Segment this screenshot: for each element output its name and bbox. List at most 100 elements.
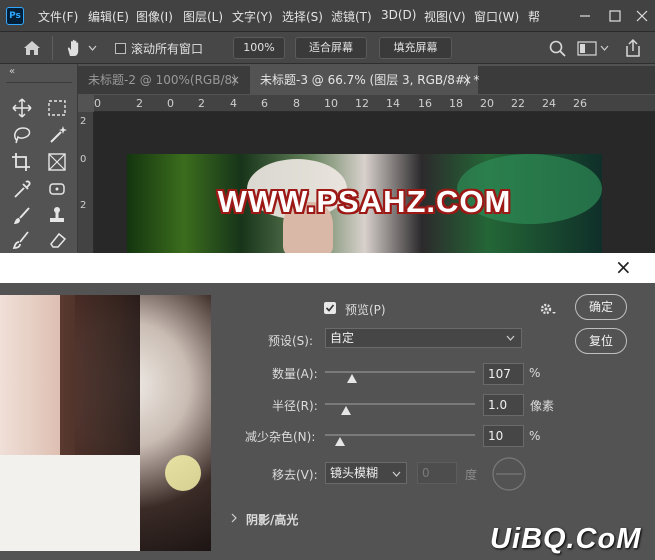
workspace-icon[interactable]	[577, 41, 597, 56]
preset-select[interactable]: 自定	[325, 328, 522, 348]
stamp-tool-icon[interactable]	[43, 204, 71, 228]
divider	[6, 82, 72, 83]
menu-layer[interactable]: 图层(L)	[183, 8, 223, 25]
tab-label: 未标题-3 @ 66.7% (图层 3, RGB/8#) *	[260, 73, 480, 87]
menu-view[interactable]: 视图(V)	[424, 8, 466, 25]
document-tabs: 未标题-2 @ 100%(RGB/8) × 未标题-3 @ 66.7% (图层 …	[78, 66, 655, 94]
home-icon[interactable]	[22, 39, 42, 57]
ruler-label: 0	[94, 97, 101, 110]
search-icon[interactable]	[548, 39, 567, 58]
scroll-all-checkbox[interactable]	[115, 43, 126, 54]
bokeh-light	[165, 455, 201, 491]
tab-label: 未标题-2 @ 100%(RGB/8)	[88, 73, 237, 87]
radius-slider-thumb[interactable]	[341, 406, 351, 415]
divider	[52, 36, 53, 60]
tab-untitled-3[interactable]: 未标题-3 @ 66.7% (图层 3, RGB/8#) * ×	[250, 66, 480, 94]
close-icon[interactable]: ×	[615, 255, 632, 279]
ruler-label: 16	[418, 97, 432, 110]
magic-wand-tool-icon[interactable]	[43, 123, 71, 147]
preset-value: 自定	[330, 331, 355, 345]
reduce-noise-input[interactable]: 10	[483, 425, 524, 447]
ruler-label: 2	[198, 97, 205, 110]
ruler-label: 4	[230, 97, 237, 110]
lasso-tool-icon[interactable]	[8, 123, 36, 147]
vertical-ruler: 2 0 2	[78, 112, 94, 257]
spot-healing-tool-icon[interactable]	[43, 177, 71, 201]
menu-filter[interactable]: 滤镜(T)	[331, 8, 372, 25]
ok-button[interactable]: 确定	[575, 294, 627, 320]
smart-sharpen-dialog: × 预览(P) 确定 复位 预设(S): 自定 数量(A): 107 % 半径(…	[0, 253, 655, 560]
shadows-highlights-label[interactable]: 阴影/高光	[246, 511, 298, 528]
brush-tool-icon[interactable]	[8, 204, 36, 228]
share-icon[interactable]	[624, 38, 642, 58]
banner-text: WWW.PSAHZ.COM	[217, 184, 512, 219]
menu-image[interactable]: 图像(I)	[136, 8, 173, 25]
reduce-noise-unit: %	[529, 429, 541, 443]
remove-select[interactable]: 镜头模糊	[325, 462, 407, 484]
reduce-noise-slider[interactable]	[325, 434, 475, 436]
chevron-down-icon	[506, 335, 515, 341]
amount-unit: %	[529, 366, 541, 380]
fill-screen-button[interactable]: 填充屏幕	[379, 37, 452, 59]
radius-slider[interactable]	[325, 403, 475, 405]
radius-input[interactable]: 1.0	[483, 394, 524, 416]
preview-label: 预览(P)	[345, 303, 386, 317]
maximize-icon[interactable]	[605, 6, 625, 26]
menu-file[interactable]: 文件(F)	[38, 8, 78, 25]
ruler-label: 0	[167, 97, 174, 110]
close-icon[interactable]: ×	[462, 66, 472, 94]
fit-screen-button[interactable]: 适合屏幕	[295, 37, 367, 59]
radius-unit: 像素	[530, 399, 555, 413]
close-icon[interactable]: ×	[230, 66, 240, 94]
ruler-label: 24	[542, 97, 556, 110]
chevron-right-icon[interactable]	[230, 513, 238, 523]
ruler-label: 2	[80, 200, 87, 211]
watermark: UiBQ.CoM	[490, 523, 642, 555]
crop-tool-icon[interactable]	[8, 150, 36, 174]
tab-untitled-2[interactable]: 未标题-2 @ 100%(RGB/8) ×	[78, 66, 250, 94]
photoshop-logo[interactable]: Ps	[6, 7, 24, 25]
ruler-label: 12	[355, 97, 369, 110]
amount-slider[interactable]	[325, 371, 475, 373]
marquee-tool-icon[interactable]	[43, 96, 71, 120]
menu-select[interactable]: 选择(S)	[282, 8, 323, 25]
menu-type[interactable]: 文字(Y)	[232, 8, 273, 25]
remove-value: 镜头模糊	[330, 466, 379, 480]
ruler-label: 22	[511, 97, 525, 110]
menu-help[interactable]: 帮	[528, 8, 540, 25]
eyedropper-tool-icon[interactable]	[8, 177, 36, 201]
reduce-noise-slider-thumb[interactable]	[335, 437, 345, 446]
ruler-label: 6	[261, 97, 268, 110]
menu-3d[interactable]: 3D(D)	[381, 8, 416, 22]
hand-tool-icon[interactable]	[64, 38, 84, 58]
dress-shape	[0, 455, 140, 551]
frame-tool-icon[interactable]	[43, 150, 71, 174]
preview-checkbox[interactable]	[324, 302, 336, 314]
menu-bar: Ps 文件(F) 编辑(E) 图像(I) 图层(L) 文字(Y) 选择(S) 滤…	[0, 0, 655, 32]
reduce-noise-label: 减少杂色(N):	[245, 430, 316, 444]
angle-dial-icon[interactable]	[491, 456, 527, 492]
menu-window[interactable]: 窗口(W)	[474, 8, 519, 25]
move-tool-icon[interactable]	[8, 96, 36, 120]
collapse-panel-icon[interactable]: «	[9, 66, 15, 77]
history-brush-tool-icon[interactable]	[8, 228, 36, 252]
chevron-down-icon[interactable]	[600, 44, 609, 52]
amount-input[interactable]: 107	[483, 363, 524, 385]
preview-image[interactable]	[0, 295, 211, 551]
remove-label: 移去(V):	[272, 468, 318, 482]
eraser-tool-icon[interactable]	[43, 228, 71, 252]
zoom-100-button[interactable]: 100%	[233, 37, 285, 59]
minimize-icon[interactable]	[575, 6, 595, 26]
ruler-label: 10	[324, 97, 338, 110]
menu-edit[interactable]: 编辑(E)	[88, 8, 129, 25]
chevron-down-icon[interactable]	[88, 44, 97, 52]
amount-slider-thumb[interactable]	[347, 374, 357, 383]
gear-icon[interactable]	[538, 300, 558, 318]
reset-button[interactable]: 复位	[575, 328, 627, 354]
ruler-label: 26	[573, 97, 587, 110]
close-window-icon[interactable]	[632, 6, 652, 26]
angle-input[interactable]: 0	[417, 462, 457, 484]
ruler-label: 0	[80, 154, 87, 165]
angle-unit: 度	[465, 468, 478, 482]
chevron-down-icon	[392, 471, 401, 477]
